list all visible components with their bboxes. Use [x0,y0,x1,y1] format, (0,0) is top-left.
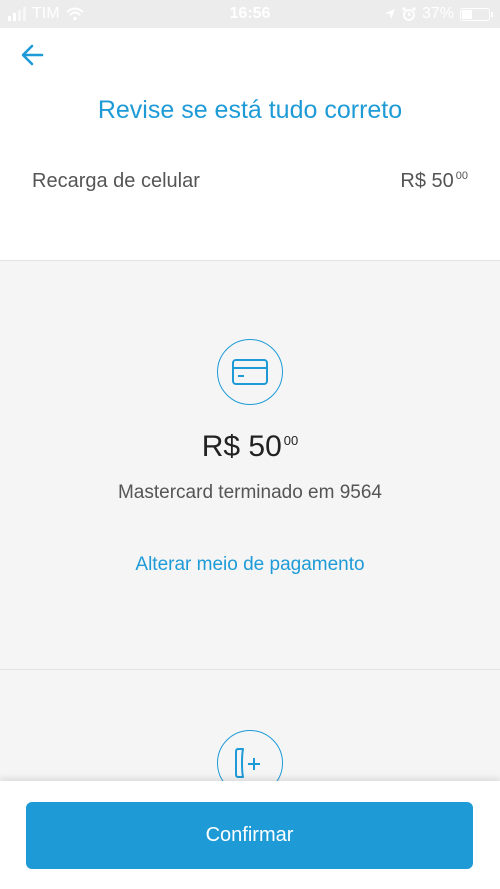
payment-amount-main: R$ 50 [201,430,282,463]
payment-amount-cents: 00 [283,433,299,448]
payment-section [0,261,500,669]
battery-percentage: 37% [421,5,454,22]
credit-card-icon [232,359,268,385]
status-bar: TIM 16:56 37% [0,0,500,28]
bottom-bar: Confirmar [0,781,500,889]
location-icon [384,9,395,19]
change-payment-method-link[interactable]: Alterar meio de pagamento [0,554,500,576]
summary-amount-main: R$ 50 [400,169,454,192]
page-title: Revise se está tudo correto [97,96,403,124]
summary-label: Recarga de celular [32,169,200,192]
confirm-button[interactable]: Confirmar [26,802,473,869]
payment-amount: R$ 50 00 [0,430,500,464]
arrow-left-icon [21,44,44,66]
payment-method-description: Mastercard terminado em 9564 [117,482,382,503]
card-icon-circle [217,339,283,405]
summary-amount-cents: 00 [455,169,468,182]
status-right: 37% [384,5,493,23]
battery-icon [460,7,493,21]
summary-amount: R$ 50 00 [400,170,468,193]
back-button[interactable] [18,40,48,70]
alarm-icon [402,7,416,21]
phone-plus-icon [235,748,260,778]
summary-row: Recarga de celular R$ 50 00 [32,166,468,196]
